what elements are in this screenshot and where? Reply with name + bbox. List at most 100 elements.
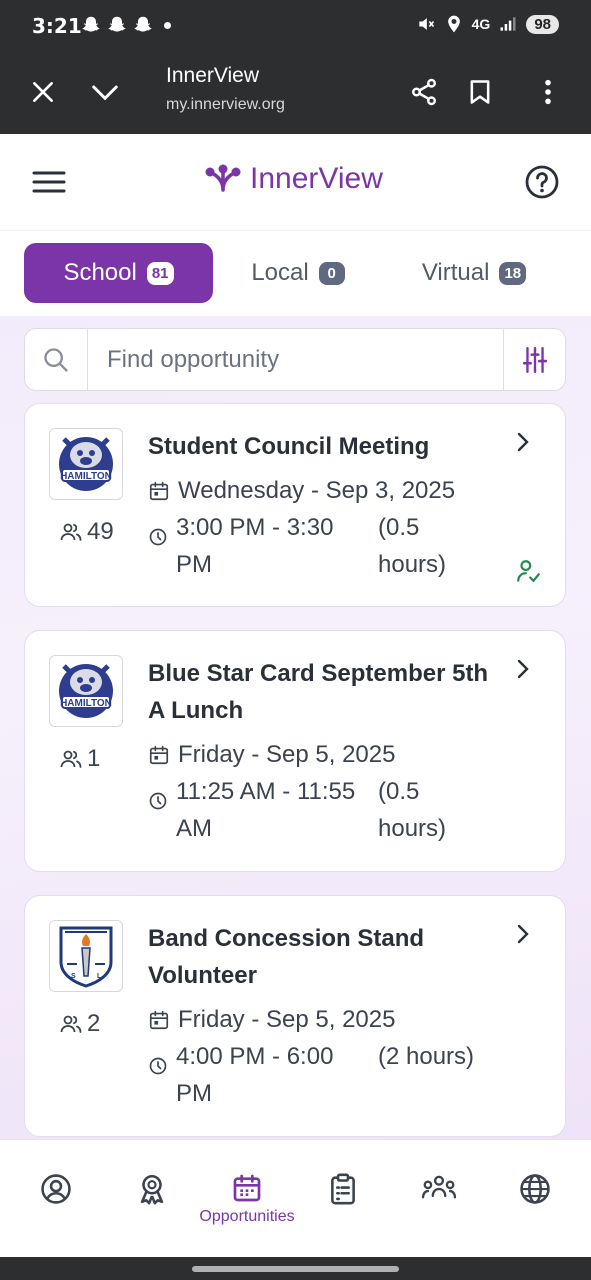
people-icon [60,523,82,541]
clipboard-icon [331,1173,355,1205]
opportunity-duration: (2 hours) [378,1043,475,1070]
clock-icon [149,528,167,546]
chevron-right-icon[interactable] [511,657,535,681]
opportunity-time-text: 3:00 PM - 3:30 PM [176,514,334,578]
help-icon[interactable] [524,164,560,200]
gesture-navigation-bar [0,1257,591,1280]
share-icon [412,78,436,106]
snapchat-icon [82,16,100,32]
opportunity-duration: (0.5 hours) [378,778,447,842]
more-notifications-dot [164,21,171,29]
tab-school[interactable]: School 81 [24,243,213,303]
opportunity-title: Student Council Meeting [148,433,430,460]
nav-opportunities[interactable]: Opportunities [199,1172,295,1232]
opportunity-date: Wednesday - Sep 3, 2025 [148,472,455,509]
opportunity-title: Blue Star Card September 5th A Lunch [148,660,489,724]
status-indicators: 4G 98 [416,14,559,34]
nav-groups[interactable] [419,1172,459,1232]
nav-profile[interactable] [36,1172,76,1232]
national-honor-society-logo: SL [59,926,113,988]
participant-count-value: 1 [87,745,101,772]
nav-awards[interactable] [132,1172,172,1232]
nav-global[interactable] [515,1172,555,1232]
opportunity-list-area[interactable]: HAMILTON 49 Student Council Meeting Wedn… [0,316,591,1139]
hamburger-menu-icon[interactable] [28,164,70,200]
svg-text:HAMILTON: HAMILTON [60,471,112,482]
snapchat-icon [134,16,152,32]
browser-toolbar: InnerView my.innerview.org [0,52,591,134]
participant-count: 49 [59,518,114,546]
opportunity-time: 11:25 AM - 11:55 AM (0.5 hours) [148,773,478,847]
calendar-icon [233,1174,261,1202]
group-icon [421,1175,457,1199]
browser-url[interactable]: my.innerview.org [166,96,285,114]
bottom-navigation: Opportunities [0,1139,591,1257]
share-button[interactable] [404,72,444,112]
search-input[interactable] [107,343,487,377]
status-time: 3:21 [32,14,82,38]
svg-text:HAMILTON: HAMILTON [60,698,112,709]
profile-icon [41,1174,71,1204]
opportunity-card[interactable]: HAMILTON 1 Blue Star Card September 5th … [24,630,566,872]
svg-text:S: S [71,973,76,980]
minimize-tab-button[interactable] [85,72,125,112]
chevron-right-icon[interactable] [511,430,535,454]
tab-label: Local [251,259,309,286]
opportunity-time-text: 4:00 PM - 6:00 PM [176,1043,334,1107]
battery-level: 98 [526,14,559,34]
opportunity-date-text: Friday - Sep 5, 2025 [178,741,396,768]
opportunity-title: Band Concession Stand Volunteer [148,925,425,989]
location-icon [447,15,460,33]
calendar-icon [149,745,169,765]
organization-logo: HAMILTON [49,655,123,727]
sliders-icon [522,346,547,373]
opportunity-time-text: 11:25 AM - 11:55 AM [176,778,356,842]
opportunity-time: 3:00 PM - 3:30 PM (0.5 hours) [148,509,478,583]
signal-icon [500,17,516,31]
nav-label: Opportunities [199,1208,295,1225]
app-header: InnerView [0,134,591,231]
award-icon [140,1174,164,1205]
browser-page-title: InnerView [166,64,260,87]
search-bar [24,328,566,391]
people-icon [60,1015,82,1033]
chevron-down-icon [92,85,118,101]
opportunity-card[interactable]: SL 2 Band Concession Stand Volunteer Fri… [24,895,566,1137]
tab-local[interactable]: Local 0 [236,243,360,303]
network-type: 4G [471,16,491,32]
app-name: InnerView [250,162,383,195]
participant-count-value: 49 [87,518,114,545]
innerview-logo-icon [205,164,241,192]
bookmark-button[interactable] [460,72,500,112]
more-vertical-icon [545,79,551,105]
more-options-button[interactable] [528,72,568,112]
search-icon [44,347,68,372]
tab-count-badge: 18 [499,261,527,285]
nav-tasks[interactable] [323,1172,363,1232]
chevron-right-icon[interactable] [511,922,535,946]
opportunity-card[interactable]: HAMILTON 49 Student Council Meeting Wedn… [24,403,566,607]
status-bar: 3:21 4G 98 [0,0,591,52]
participant-count-value: 2 [87,1010,101,1037]
opportunity-type-tabs: School 81 Local 0 Virtual 18 [0,232,591,316]
snapchat-icon [108,16,126,32]
search-button[interactable] [25,329,88,390]
hamilton-bulldog-logo: HAMILTON [59,664,113,718]
tab-label: Virtual [421,259,490,286]
people-icon [60,750,82,768]
mute-icon [418,18,434,30]
tab-count-badge: 81 [146,261,174,285]
filter-button[interactable] [503,329,565,390]
close-icon [33,82,53,102]
home-indicator[interactable] [192,1266,399,1272]
tab-virtual[interactable]: Virtual 18 [404,243,544,303]
calendar-icon [149,481,169,501]
svg-text:L: L [97,973,102,980]
tab-label: School [63,259,137,286]
close-tab-button[interactable] [23,72,63,112]
checked-in-icon [517,560,540,583]
bookmark-icon [470,80,490,104]
tab-count-badge: 0 [318,261,345,285]
organization-logo: HAMILTON [49,428,123,500]
app-logo: InnerView [204,162,383,196]
